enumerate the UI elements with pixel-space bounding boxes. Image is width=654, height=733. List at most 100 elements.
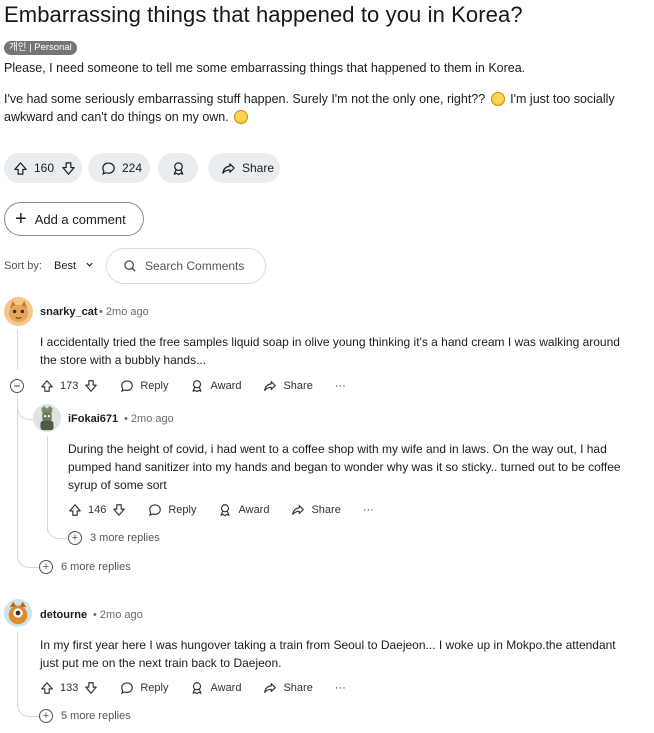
- sort-value: Best: [54, 260, 77, 272]
- sort-dropdown[interactable]: Best: [54, 260, 94, 272]
- award-label: Award: [238, 504, 270, 516]
- vote-count: 146: [88, 504, 107, 516]
- comment-actions: 146 Reply Award Share ···: [68, 501, 396, 519]
- vote-count: 173: [60, 380, 79, 392]
- reply-button[interactable]: Reply: [120, 681, 168, 695]
- more-replies-link[interactable]: + 6 more replies: [39, 560, 131, 574]
- comment-line: pumped hand sanitizer into my hands and …: [68, 460, 621, 474]
- comment-timestamp: • 2mo ago: [93, 609, 143, 621]
- search-icon: [124, 260, 136, 272]
- upvote-icon[interactable]: [40, 681, 54, 695]
- expand-plus-icon: +: [39, 560, 53, 574]
- post-flair[interactable]: 개인 | Personal: [4, 41, 77, 55]
- plus-icon: +: [15, 208, 27, 230]
- post-share-button[interactable]: Share: [208, 153, 280, 183]
- comment-username[interactable]: snarky_cat: [40, 306, 98, 318]
- thread-line[interactable]: [17, 393, 18, 553]
- avatar[interactable]: [4, 297, 33, 326]
- vote-count: 133: [60, 682, 79, 694]
- share-button[interactable]: Share: [291, 503, 341, 517]
- expand-plus-icon: +: [68, 531, 82, 545]
- reply-label: Reply: [168, 504, 197, 516]
- upvote-icon[interactable]: [12, 160, 28, 176]
- upvote-icon[interactable]: [68, 503, 82, 517]
- reply-connector: [17, 698, 39, 717]
- chevron-down-icon: [86, 262, 93, 267]
- post-share-label: Share: [242, 161, 275, 175]
- share-label: Share: [283, 682, 313, 694]
- downvote-icon[interactable]: [60, 160, 76, 176]
- post-title: Embarrassing things that happened to you…: [4, 2, 523, 27]
- share-button[interactable]: Share: [263, 681, 313, 695]
- collapse-thread-button[interactable]: −: [10, 379, 24, 393]
- avatar[interactable]: [33, 404, 61, 432]
- share-button[interactable]: Share: [263, 379, 313, 393]
- crying-face-emoji-icon: [490, 92, 505, 106]
- downvote-icon[interactable]: [112, 503, 126, 517]
- downvote-icon[interactable]: [84, 379, 98, 393]
- reply-connector: [47, 520, 69, 539]
- comment-username[interactable]: iFokai671: [68, 413, 118, 425]
- award-icon: [192, 380, 202, 393]
- overflow-menu-button[interactable]: ···: [335, 380, 346, 392]
- add-comment-label: Add a comment: [34, 211, 126, 227]
- expand-plus-icon: +: [39, 709, 53, 723]
- avatar[interactable]: [4, 599, 32, 627]
- post-body-paragraph: I've had some seriously embarrassing stu…: [4, 90, 644, 126]
- timestamp-text: 2mo ago: [130, 413, 174, 425]
- sort-label: Sort by:: [4, 260, 42, 272]
- vote-group: 173: [40, 379, 98, 393]
- more-replies-label: 3 more replies: [90, 532, 160, 544]
- share-label: Share: [311, 504, 341, 516]
- comment-line: syrup of some sort: [68, 478, 167, 492]
- reply-connector: [17, 548, 39, 568]
- thread-line[interactable]: [47, 436, 48, 532]
- thread-line[interactable]: [17, 632, 18, 702]
- post-body-text: I'm just too socially: [510, 92, 615, 106]
- separator-dot: •: [124, 413, 128, 425]
- comment-body: In my first year here I was hungover tak…: [40, 636, 652, 672]
- more-replies-link[interactable]: + 3 more replies: [68, 531, 160, 545]
- reply-button[interactable]: Reply: [120, 379, 168, 393]
- post-body-line: Please, I need someone to tell me some e…: [4, 61, 526, 75]
- post-body-text: awkward and can't do things on my own.: [4, 110, 229, 124]
- more-replies-link[interactable]: + 5 more replies: [39, 709, 131, 723]
- comment-line: During the height of covid, i had went t…: [68, 442, 607, 456]
- downvote-icon[interactable]: [84, 681, 98, 695]
- share-arrow-icon: [220, 160, 236, 176]
- search-comments-input[interactable]: Search Comments: [106, 248, 266, 284]
- post-vote-group: 160: [4, 153, 82, 183]
- post-award-button[interactable]: [158, 153, 198, 183]
- tired-face-emoji-icon: [234, 110, 249, 124]
- share-arrow-icon: [264, 381, 277, 391]
- award-label: Award: [210, 380, 242, 392]
- more-replies-label: 6 more replies: [61, 561, 131, 573]
- post-body-text: I've had some seriously embarrassing stu…: [4, 92, 486, 106]
- search-placeholder: Search Comments: [145, 259, 245, 273]
- upvote-icon[interactable]: [40, 379, 54, 393]
- comment-actions: 133 Reply Award Share ···: [40, 679, 368, 697]
- reply-button[interactable]: Reply: [148, 503, 196, 517]
- award-button[interactable]: Award: [190, 681, 241, 695]
- more-replies-label: 5 more replies: [61, 710, 131, 722]
- award-icon: [170, 160, 186, 176]
- comment-bubble-icon: [121, 380, 134, 393]
- separator-dot: •: [93, 609, 97, 621]
- award-icon: [192, 682, 202, 695]
- post-comments-button[interactable]: 224: [88, 153, 150, 183]
- post-vote-count: 160: [34, 161, 55, 175]
- add-comment-button[interactable]: + Add a comment: [4, 202, 144, 236]
- reply-connector: [17, 400, 33, 420]
- vote-group: 146: [68, 503, 126, 517]
- share-arrow-icon: [264, 683, 277, 693]
- thread-line[interactable]: [17, 330, 18, 370]
- comment-body: I accidentally tried the free samples li…: [40, 333, 652, 369]
- award-button[interactable]: Award: [190, 379, 241, 393]
- overflow-menu-button[interactable]: ···: [335, 682, 346, 694]
- comment-line: I accidentally tried the free samples li…: [40, 335, 620, 349]
- vote-group: 133: [40, 681, 98, 695]
- comment-username[interactable]: detourne: [40, 609, 87, 621]
- award-button[interactable]: Award: [218, 503, 269, 517]
- share-label: Share: [283, 380, 313, 392]
- overflow-menu-button[interactable]: ···: [363, 504, 374, 516]
